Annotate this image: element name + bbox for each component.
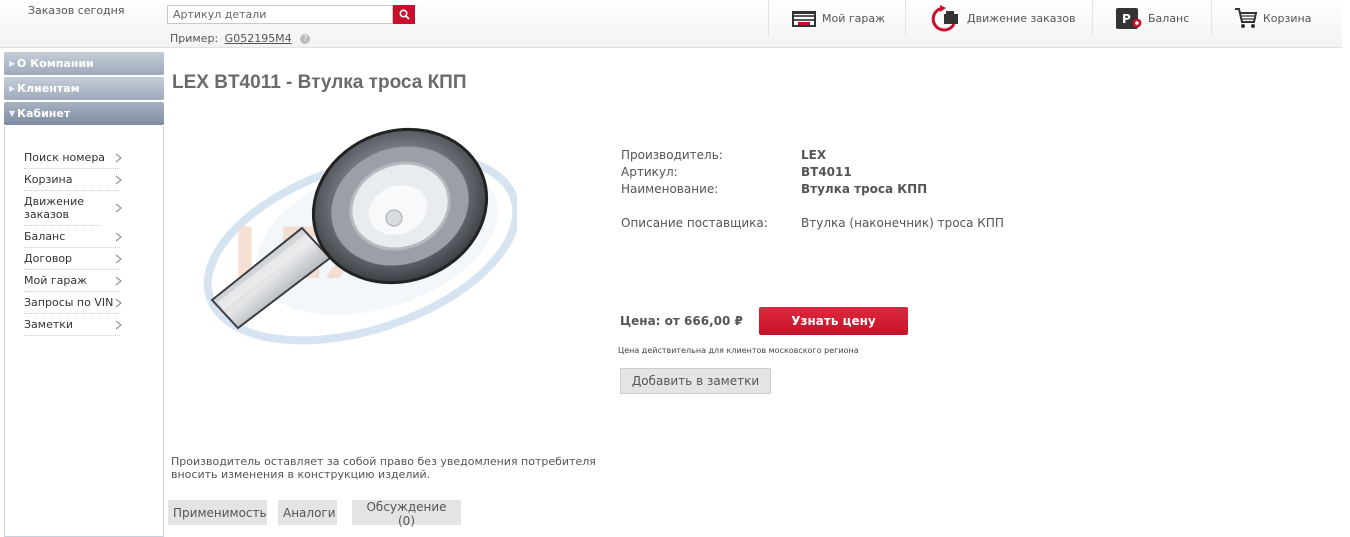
orders-today-label: Заказов сегодня [28,4,125,17]
sidebar-section-clients[interactable]: ▶ Клиентам [4,77,164,100]
sidebar-item-vin-requests[interactable]: Запросы по VIN [24,292,122,314]
property-label: Описание поставщика: [621,216,768,230]
search-input[interactable] [167,5,393,24]
sidebar-item-label: Запросы по VIN [24,296,114,309]
property-article: Артикул: BT4011 [621,164,1004,181]
sidebar-section-cabinet[interactable]: ▼ Кабинет [4,102,164,125]
nav-cart-label: Корзина [1263,11,1312,25]
property-label: Производитель: [621,148,723,162]
property-name: Наименование: Втулка троса КПП [621,181,1004,198]
property-label: Наименование: [621,182,719,196]
search-icon [398,9,410,20]
search-button[interactable] [393,5,415,24]
search-example: Пример: G052195M4 ? [170,32,311,45]
sidebar-item-label: Корзина [24,173,73,186]
nav-orders-movement-label: Движение заказов [967,11,1076,25]
sidebar-item-label: Заметки [24,318,74,331]
property-label: Артикул: [621,165,678,179]
chevron-right-icon [115,297,122,308]
chevron-right-icon [115,253,122,264]
help-icon[interactable]: ? [300,34,311,44]
sidebar-item-balance[interactable]: Баланс [24,226,122,248]
nav-balance[interactable]: P Баланс [1092,0,1212,36]
sidebar-item-label: Договор [24,252,73,265]
property-manufacturer: Производитель: LEX [621,147,1004,164]
product-properties: Производитель: LEX Артикул: BT4011 Наиме… [621,147,1004,232]
tab-applicability[interactable]: Применимость [168,500,267,525]
wallet-icon: P [1115,5,1143,31]
example-label: Пример: [170,32,219,45]
sidebar-item-label: Поиск номера [24,151,106,164]
sidebar-section-label: О Компании [17,57,94,70]
chevron-right-icon [115,152,122,163]
nav-balance-label: Баланс [1148,11,1190,25]
sidebar-item-label: Мой гараж [24,274,88,287]
manufacturer-disclaimer: Производитель оставляет за собой право б… [171,455,596,481]
price-line: Цена: от 666,00 ₽ Узнать цену [620,307,908,335]
sidebar-item-cart[interactable]: Корзина [24,169,122,191]
sidebar-item-notes[interactable]: Заметки [24,314,122,336]
nav-cart[interactable]: Корзина [1211,0,1342,36]
sidebar-item-label: Движение заказов [24,195,85,221]
sidebar-item-my-garage[interactable]: Мой гараж [24,270,122,292]
product-tabs: Применимость Аналоги Обсуждение (0) [168,500,472,528]
header: Заказов сегодня Пример: G052195M4 ? Мой … [0,0,1342,48]
nav-orders-movement[interactable]: Движение заказов [905,0,1093,36]
supplier-description-value: Втулка (наконечник) троса КПП [801,216,1004,230]
chevron-right-icon [115,319,122,330]
example-code-link[interactable]: G052195M4 [225,32,292,45]
orders-movement-icon [928,4,962,32]
sidebar: ▶ О Компании ▶ Клиентам ▼ Кабинет Поиск … [4,52,164,537]
tab-analogs[interactable]: Аналоги [278,500,337,525]
svg-text:P: P [1122,12,1131,26]
property-supplier-description: Описание поставщика: Втулка (наконечник)… [621,215,1004,232]
garage-icon [791,8,817,28]
nav-my-garage[interactable]: Мой гараж [768,0,906,36]
price-note: Цена действительна для клиентов московск… [618,346,859,355]
search-box [167,5,415,24]
nav-my-garage-label: Мой гараж [822,11,886,25]
sidebar-item-orders-movement[interactable]: Движение заказов [24,191,122,226]
sidebar-section-label: Клиентам [17,82,80,95]
sidebar-item-label: Баланс [24,230,66,243]
chevron-right-icon [115,231,122,242]
sidebar-item-contract[interactable]: Договор [24,248,122,270]
get-price-button[interactable]: Узнать цену [759,307,908,335]
chevron-right-icon [115,275,122,286]
chevron-right-icon [115,174,122,185]
sidebar-item-number-search[interactable]: Поиск номера [24,147,122,169]
cart-icon [1234,6,1258,30]
sidebar-section-company[interactable]: ▶ О Компании [4,52,164,75]
triangle-right-icon: ▶ [9,84,16,93]
price-text: Цена: от 666,00 ₽ [620,314,743,328]
manufacturer-value: LEX [801,148,827,162]
tab-discussion[interactable]: Обсуждение (0) [352,500,461,528]
add-to-notes-button[interactable]: Добавить в заметки [620,368,771,394]
cabinet-menu: Поиск номера Корзина Движение заказов Ба… [4,127,164,537]
article-value: BT4011 [801,165,852,179]
triangle-down-icon: ▼ [9,109,16,118]
sidebar-section-label: Кабинет [17,107,71,120]
chevron-right-icon [115,203,122,213]
product-title: LEX BT4011 - Втулка троса КПП [172,72,467,93]
product-image[interactable]: LEX [172,118,521,346]
triangle-right-icon: ▶ [9,59,16,68]
name-value: Втулка троса КПП [801,182,928,196]
